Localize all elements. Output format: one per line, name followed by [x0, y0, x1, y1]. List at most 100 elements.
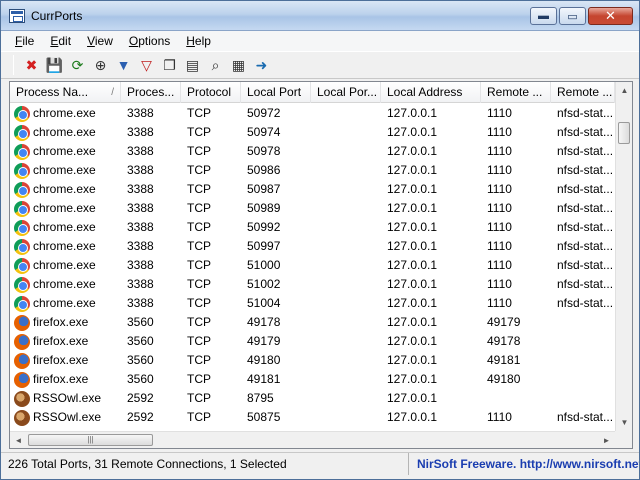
table-row[interactable]: chrome.exe 3388 TCP 50974 127.0.0.1 1110 nfsd-…	[10, 123, 615, 142]
column-header-local-port-name[interactable]: Local Por...	[311, 82, 381, 103]
table-row[interactable]: chrome.exe 3388 TCP 50989 127.0.0.1 1110 nfsd-…	[10, 199, 615, 218]
cell-process-name: firefox.exe	[10, 351, 121, 370]
process-name: chrome.exe	[33, 239, 96, 253]
column-header-remote-port[interactable]: Remote ...	[481, 82, 551, 103]
menu-bar: File Edit View Options Help	[1, 31, 639, 51]
menu-item-edit[interactable]: Edit	[42, 34, 79, 48]
table-row[interactable]: RSSOwl.exe 2592 TCP 50875 127.0.0.1 1110 nfsd-…	[10, 408, 615, 427]
refresh-icon[interactable]: ⟳	[68, 56, 87, 75]
menu-label: iew	[94, 34, 113, 48]
copy-icon[interactable]: ❐	[160, 56, 179, 75]
cell-local-port-name	[311, 237, 381, 256]
nirsoft-link[interactable]: NirSoft Freeware. http://www.nirsoft.net	[409, 453, 639, 475]
table-row[interactable]: firefox.exe 3560 TCP 49180 127.0.0.1 49181	[10, 351, 615, 370]
cell-local-port: 49181	[247, 372, 281, 386]
horizontal-scrollbar[interactable]: ◄ ||| ►	[10, 431, 615, 448]
table-row[interactable]: chrome.exe 3388 TCP 50997 127.0.0.1 1110 nfsd-…	[10, 237, 615, 256]
cell-remote-port-name: nfsd-stat...	[557, 182, 614, 196]
cell-protocol: TCP	[187, 144, 211, 158]
table-row[interactable]: chrome.exe 3388 TCP 51000 127.0.0.1 1110 nfsd-…	[10, 256, 615, 275]
save-icon[interactable]: 💾	[45, 56, 64, 75]
table-row[interactable]: chrome.exe 3388 TCP 50972 127.0.0.1 1110 nfsd-…	[10, 104, 615, 123]
column-header-local-address[interactable]: Local Address	[381, 82, 481, 103]
menu-item-help[interactable]: Help	[178, 34, 219, 48]
cell-local-port: 50987	[247, 182, 281, 196]
cell-process-name: chrome.exe	[10, 180, 121, 199]
table-row[interactable]: firefox.exe 3560 TCP 49181 127.0.0.1 49180	[10, 370, 615, 389]
column-header-process-id[interactable]: Proces...	[121, 82, 181, 103]
menu-item-options[interactable]: Options	[121, 34, 178, 48]
menu-label: dit	[58, 34, 72, 48]
cell-process-name: firefox.exe	[10, 313, 121, 332]
process-name: chrome.exe	[33, 106, 96, 120]
process-name: firefox.exe	[33, 315, 89, 329]
ports-list[interactable]: Process Na... / Proces... Protocol Local Por…	[9, 81, 633, 449]
table-row[interactable]: chrome.exe 3388 TCP 51002 127.0.0.1 1110 nfsd-…	[10, 275, 615, 294]
cell-remote-port: 49178	[487, 334, 521, 348]
process-name: chrome.exe	[33, 182, 96, 196]
cell-remote-port-name	[551, 332, 615, 351]
close-connection-icon[interactable]: ✖	[22, 56, 41, 75]
cell-local-port-name	[311, 332, 381, 351]
cell-local-address: 127.0.0.1	[387, 125, 438, 139]
cell-protocol: TCP	[187, 296, 211, 310]
table-row[interactable]: chrome.exe 3388 TCP 50992 127.0.0.1 1110 nfsd-…	[10, 218, 615, 237]
menu-item-view[interactable]: View	[79, 34, 121, 48]
cell-local-port-name	[311, 389, 381, 408]
scroll-right-arrow-icon[interactable]: ►	[598, 432, 615, 449]
toolbar-separator	[13, 55, 14, 75]
table-row[interactable]: RSSOwl.exe 2592 TCP 8795 127.0.0.1	[10, 389, 615, 408]
vertical-scrollbar[interactable]: ▲ ▼	[615, 82, 632, 431]
cell-local-address: 127.0.0.1	[387, 372, 438, 386]
table-row[interactable]: firefox.exe 3560 TCP 49179 127.0.0.1 49178	[10, 332, 615, 351]
column-header-remote-port-name[interactable]: Remote ...	[551, 82, 615, 103]
menu-item-file[interactable]: File	[7, 34, 42, 48]
filter-clear-icon[interactable]: ▽	[137, 56, 156, 75]
maximize-button[interactable]: ▭	[559, 7, 586, 25]
scroll-left-arrow-icon[interactable]: ◄	[10, 432, 27, 449]
title-bar[interactable]: CurrPorts ▬ ▭ ✕	[1, 1, 639, 31]
table-row[interactable]: chrome.exe 3388 TCP 50978 127.0.0.1 1110 nfsd-…	[10, 142, 615, 161]
vertical-scroll-thumb[interactable]	[618, 122, 630, 144]
cell-local-port-name	[311, 275, 381, 294]
column-header-process-name[interactable]: Process Na... /	[10, 82, 121, 103]
scroll-down-arrow-icon[interactable]: ▼	[616, 414, 632, 431]
table-row[interactable]: chrome.exe 3388 TCP 51004 127.0.0.1 1110 nfsd-…	[10, 294, 615, 313]
chrome-icon	[14, 124, 30, 141]
menu-accelerator: O	[128, 34, 139, 48]
cell-local-address: 127.0.0.1	[387, 315, 438, 329]
target-icon[interactable]: ⊕	[91, 56, 110, 75]
column-header-label: Protocol	[187, 85, 232, 99]
cell-process-id: 3388	[127, 201, 154, 215]
column-header-protocol[interactable]: Protocol	[181, 82, 241, 103]
cell-remote-port-name	[551, 370, 615, 389]
cell-local-port: 50978	[247, 144, 281, 158]
cell-local-port: 50997	[247, 239, 281, 253]
minimize-button[interactable]: ▬	[530, 7, 557, 25]
cell-process-id: 3560	[127, 334, 154, 348]
chrome-icon	[14, 276, 30, 293]
cell-protocol: TCP	[187, 106, 211, 120]
horizontal-scroll-thumb[interactable]: |||	[28, 434, 153, 446]
firefox-icon	[14, 333, 30, 350]
column-header-label: Remote ...	[487, 85, 543, 99]
close-button[interactable]: ✕	[588, 7, 633, 25]
column-header-label: Local Port	[247, 85, 302, 99]
cell-local-address: 127.0.0.1	[387, 391, 438, 405]
app-icon	[9, 9, 25, 23]
table-row[interactable]: firefox.exe 3560 TCP 49178 127.0.0.1 49179	[10, 313, 615, 332]
column-header-local-port[interactable]: Local Port	[241, 82, 311, 103]
report-icon[interactable]: ▦	[229, 56, 248, 75]
process-name: chrome.exe	[33, 144, 96, 158]
exit-icon[interactable]: ➜	[252, 56, 271, 75]
properties-icon[interactable]: ▤	[183, 56, 202, 75]
firefox-icon	[14, 352, 30, 369]
cell-protocol: TCP	[187, 315, 211, 329]
find-icon[interactable]: ⌕	[206, 56, 225, 75]
filter-icon[interactable]: ▼	[114, 56, 133, 75]
table-row[interactable]: chrome.exe 3388 TCP 50986 127.0.0.1 1110 nfsd-…	[10, 161, 615, 180]
scroll-up-arrow-icon[interactable]: ▲	[616, 82, 632, 99]
chrome-icon	[14, 105, 30, 122]
table-row[interactable]: chrome.exe 3388 TCP 50987 127.0.0.1 1110 nfsd-…	[10, 180, 615, 199]
rssowl-icon	[14, 390, 30, 407]
